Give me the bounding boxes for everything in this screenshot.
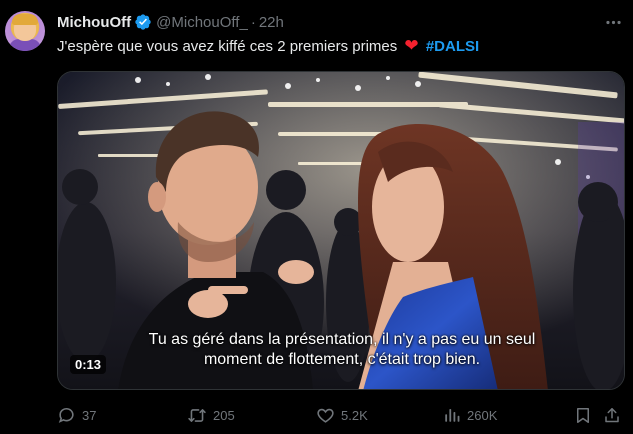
separator-dot: · [250,13,256,31]
reply-count: 37 [82,407,97,423]
action-bar: 37 205 5.2K 260K [57,404,625,426]
heart-icon [317,408,334,423]
author-handle[interactable]: @MichouOff_ [156,14,248,31]
tweet-body: J'espère que vous avez kiffé ces 2 premi… [57,38,398,55]
avatar-hair [12,14,38,25]
like-count: 5.2K [341,407,368,423]
video-player[interactable]: Tu as géré dans la présentation, il n'y … [57,71,625,390]
bookmark-button[interactable] [574,404,598,426]
retweet-button[interactable]: 205 [187,404,235,426]
author-avatar[interactable] [5,11,45,51]
tweet-timestamp[interactable]: 22h [259,14,284,31]
bookmark-icon [577,407,589,423]
reply-button[interactable]: 37 [57,404,96,426]
like-button[interactable]: 5.2K [316,404,368,426]
subtitle-line-1: Tu as géré dans la présentation, il n'y … [148,331,536,348]
retweet-icon [188,408,206,422]
red-heart-emoji: ❤ [404,36,419,55]
retweet-count: 205 [213,407,235,423]
view-count: 260K [467,407,498,423]
tweet-header: MichouOff @MichouOff_ · 22h [57,11,284,33]
verified-badge-icon [134,13,152,31]
tweet-text: J'espère que vous avez kiffé ces 2 premi… [57,36,479,57]
share-button[interactable] [603,404,627,426]
hashtag-link[interactable]: #DALSI [426,38,479,55]
video-duration: 0:13 [70,355,107,374]
reply-icon [58,407,74,423]
share-icon [605,407,619,422]
video-subtitle: Tu as géré dans la présentation, il n'y … [58,330,624,370]
more-options-icon[interactable] [602,11,624,33]
analytics-icon [445,409,460,422]
subtitle-line-2: moment de flottement, c'était trop bien. [203,351,481,368]
author-name[interactable]: MichouOff [57,14,131,31]
views-button[interactable]: 260K [443,404,497,426]
